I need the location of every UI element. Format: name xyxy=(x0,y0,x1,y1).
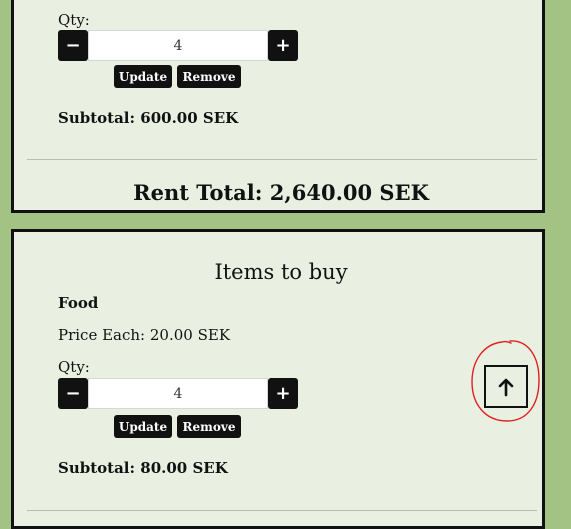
update-button[interactable]: Update xyxy=(114,415,172,438)
back-to-top-button[interactable] xyxy=(484,365,528,408)
item-subtotal: Subtotal: 600.00 SEK xyxy=(58,109,239,127)
decrease-quantity-button[interactable]: − xyxy=(58,378,88,409)
item-name: Food xyxy=(58,294,99,312)
qty-label: Qty: xyxy=(58,11,90,29)
item-subtotal: Subtotal: 80.00 SEK xyxy=(58,459,228,477)
decrease-quantity-button[interactable]: − xyxy=(58,30,88,61)
quantity-stepper: − + xyxy=(58,378,298,409)
rent-items-card: Qty: − + Update Remove Subtotal: 600.00 … xyxy=(11,0,545,213)
remove-button[interactable]: Remove xyxy=(177,65,241,88)
qty-label: Qty: xyxy=(58,358,90,376)
increase-quantity-button[interactable]: + xyxy=(268,378,298,409)
price-each: Price Each: 20.00 SEK xyxy=(58,326,231,344)
arrow-up-icon xyxy=(498,378,514,396)
section-title: Items to buy xyxy=(214,260,348,284)
quantity-input[interactable] xyxy=(88,30,268,61)
increase-quantity-button[interactable]: + xyxy=(268,30,298,61)
rent-total: Rent Total: 2,640.00 SEK xyxy=(133,180,429,205)
divider xyxy=(27,159,537,160)
buy-items-card: Items to buy Food Price Each: 20.00 SEK … xyxy=(11,229,545,529)
remove-button[interactable]: Remove xyxy=(177,415,241,438)
quantity-stepper: − + xyxy=(58,30,298,61)
update-button[interactable]: Update xyxy=(114,65,172,88)
quantity-input[interactable] xyxy=(88,378,268,409)
